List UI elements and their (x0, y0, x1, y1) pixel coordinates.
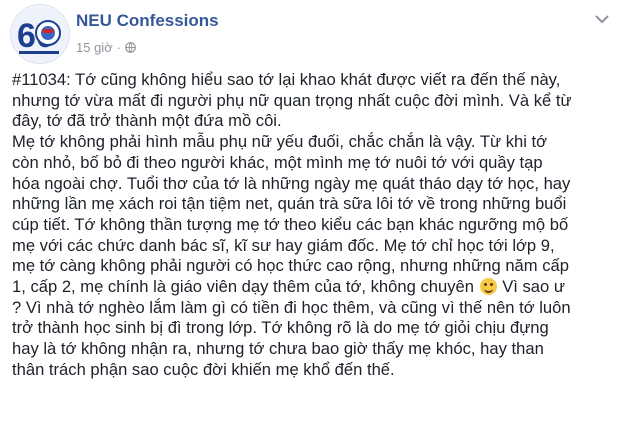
post-line: đây, tớ đã trở thành một đứa mồ côi. (12, 111, 282, 131)
post-timestamp[interactable]: 15 giờ (76, 40, 113, 55)
post-meta: 15 giờ · (76, 40, 136, 55)
post-line: hóa ngoài chợ. Tuổi thơ của tớ là những … (12, 173, 571, 193)
post-line-part: 1, cấp 2, mẹ chính là giáo viên dạy thêm… (12, 277, 474, 297)
post-line: những lần mẹ xách roi tận tiệm net, quán… (12, 194, 567, 214)
post-line: 1, cấp 2, mẹ chính là giáo viên dạy thêm… (12, 277, 618, 298)
post-line: Mẹ tớ không phải hình mẫu phụ nữ yếu đuố… (12, 132, 548, 152)
post-line: #11034: Tớ cũng không hiểu sao tớ lại kh… (12, 70, 561, 89)
post-line: ? Vì nhà tớ nghèo lắm làm gì có tiền đi … (12, 297, 571, 317)
post-line: thân trách phận sao cuộc đời khiến mẹ kh… (12, 359, 395, 379)
post-body: #11034: Tớ cũng không hiểu sao tớ lại kh… (12, 70, 618, 381)
post-line: trở thành học sinh bị đì trong lớp. Tớ k… (12, 318, 549, 338)
post-header: 60 NEU Confessions 15 giờ · (0, 0, 623, 64)
neu-logo-icon: 60 (12, 6, 68, 62)
post-line: mẹ tớ càng không phải người có học thức … (12, 256, 569, 276)
post-line: cúp tiết. Tớ không thần tượng mẹ tớ theo… (12, 214, 569, 234)
post-line: mẹ với các chức danh bác sĩ, kĩ sư hay g… (12, 235, 555, 255)
post-line: còn nhỏ, bố bỏ đi theo người khác, một m… (12, 152, 543, 172)
smile-emoji-icon (479, 278, 497, 296)
post-line: nhưng tớ vừa mất đi người phụ nữ quan tr… (12, 90, 572, 110)
page-name[interactable]: NEU Confessions (76, 11, 219, 31)
post-line-part: Vì sao ư (502, 277, 565, 297)
meta-separator: · (116, 40, 122, 55)
post-line: hay là tớ không nhận ra, nhưng tớ chưa b… (12, 339, 544, 359)
chevron-down-icon[interactable] (595, 14, 609, 24)
page-avatar[interactable]: 60 (10, 4, 70, 64)
globe-icon[interactable] (125, 42, 136, 53)
